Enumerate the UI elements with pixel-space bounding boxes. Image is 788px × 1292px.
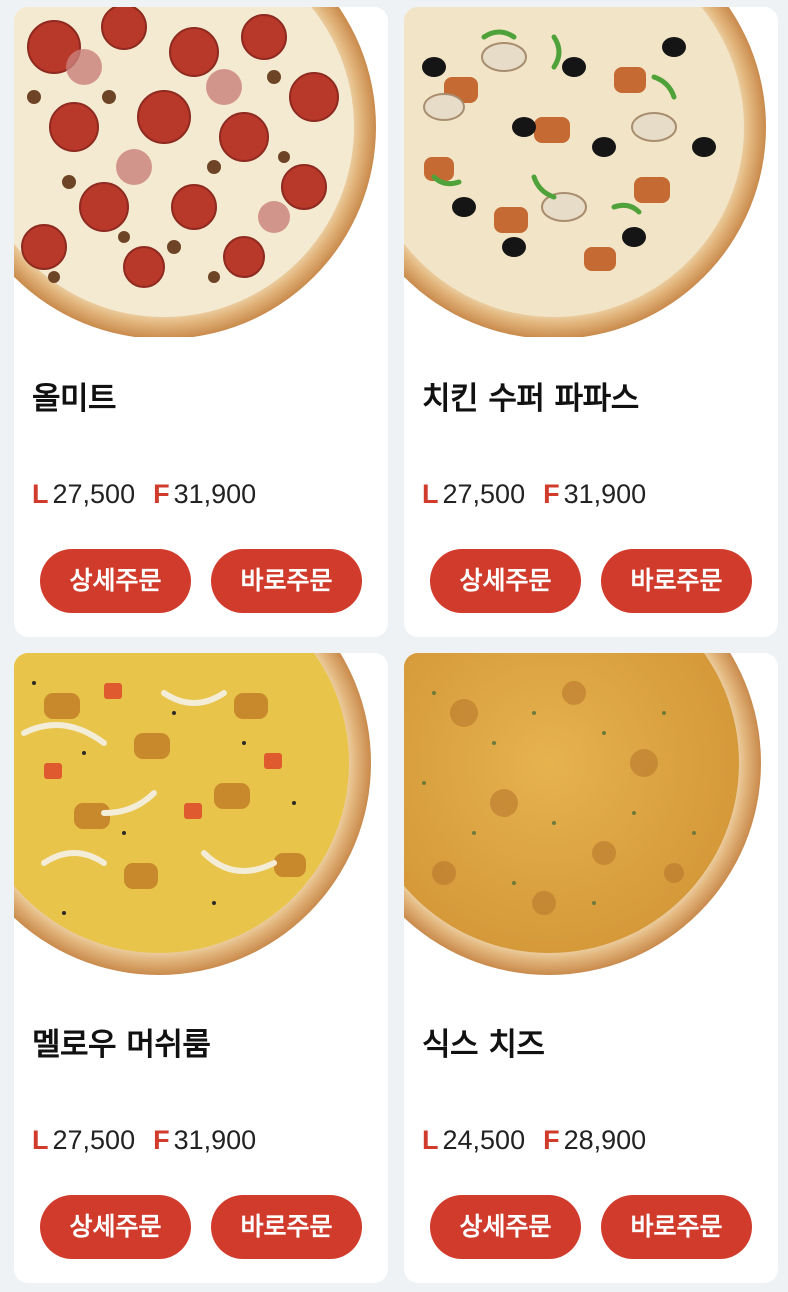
family-size-label: F bbox=[153, 479, 170, 509]
family-price: 31,900 bbox=[173, 479, 257, 509]
detail-order-button[interactable]: 상세주문 bbox=[430, 549, 581, 613]
price-row: L 27,500 F 31,900 bbox=[32, 1125, 256, 1156]
product-card[interactable]: 멜로우 머쉬룸 L 27,500 F 31,900 상세주문 바로주문 bbox=[14, 653, 388, 1283]
large-size-label: L bbox=[32, 1125, 49, 1155]
large-price: 24,500 bbox=[442, 1125, 526, 1155]
pizza-all-meat-image bbox=[14, 7, 376, 337]
quick-order-button[interactable]: 바로주문 bbox=[211, 549, 362, 613]
quick-order-button[interactable]: 바로주문 bbox=[211, 1195, 362, 1259]
pizza-mellow-mushroom-image bbox=[14, 653, 371, 975]
family-size-label: F bbox=[543, 479, 560, 509]
product-grid: 올미트 L 27,500 F 31,900 상세주문 바로주문 치킨 수퍼 파파… bbox=[0, 0, 788, 1292]
large-price: 27,500 bbox=[442, 479, 526, 509]
family-size-label: F bbox=[153, 1125, 170, 1155]
family-price: 31,900 bbox=[563, 479, 647, 509]
price-row: L 24,500 F 28,900 bbox=[422, 1125, 646, 1156]
quick-order-button[interactable]: 바로주문 bbox=[601, 1195, 752, 1259]
large-price: 27,500 bbox=[52, 1125, 136, 1155]
pizza-image[interactable] bbox=[404, 653, 778, 983]
large-size-label: L bbox=[32, 479, 49, 509]
large-price: 27,500 bbox=[52, 479, 136, 509]
pizza-six-cheese-image bbox=[404, 653, 761, 975]
price-row: L 27,500 F 31,900 bbox=[32, 479, 256, 510]
quick-order-button[interactable]: 바로주문 bbox=[601, 549, 752, 613]
detail-order-button[interactable]: 상세주문 bbox=[40, 1195, 191, 1259]
pizza-image[interactable] bbox=[14, 653, 388, 983]
product-name[interactable]: 식스 치즈 bbox=[422, 1019, 545, 1064]
product-card[interactable]: 식스 치즈 L 24,500 F 28,900 상세주문 바로주문 bbox=[404, 653, 778, 1283]
family-size-label: F bbox=[543, 1125, 560, 1155]
pizza-image[interactable] bbox=[14, 7, 388, 337]
product-name[interactable]: 치킨 수퍼 파파스 bbox=[422, 373, 639, 418]
product-name[interactable]: 멜로우 머쉬룸 bbox=[32, 1019, 211, 1064]
family-price: 28,900 bbox=[563, 1125, 647, 1155]
large-size-label: L bbox=[422, 1125, 439, 1155]
detail-order-button[interactable]: 상세주문 bbox=[40, 549, 191, 613]
family-price: 31,900 bbox=[173, 1125, 257, 1155]
product-name[interactable]: 올미트 bbox=[32, 373, 117, 418]
product-card[interactable]: 치킨 수퍼 파파스 L 27,500 F 31,900 상세주문 바로주문 bbox=[404, 7, 778, 637]
pizza-chicken-super-papas-image bbox=[404, 7, 766, 337]
large-size-label: L bbox=[422, 479, 439, 509]
pizza-image[interactable] bbox=[404, 7, 778, 337]
price-row: L 27,500 F 31,900 bbox=[422, 479, 646, 510]
product-card[interactable]: 올미트 L 27,500 F 31,900 상세주문 바로주문 bbox=[14, 7, 388, 637]
detail-order-button[interactable]: 상세주문 bbox=[430, 1195, 581, 1259]
